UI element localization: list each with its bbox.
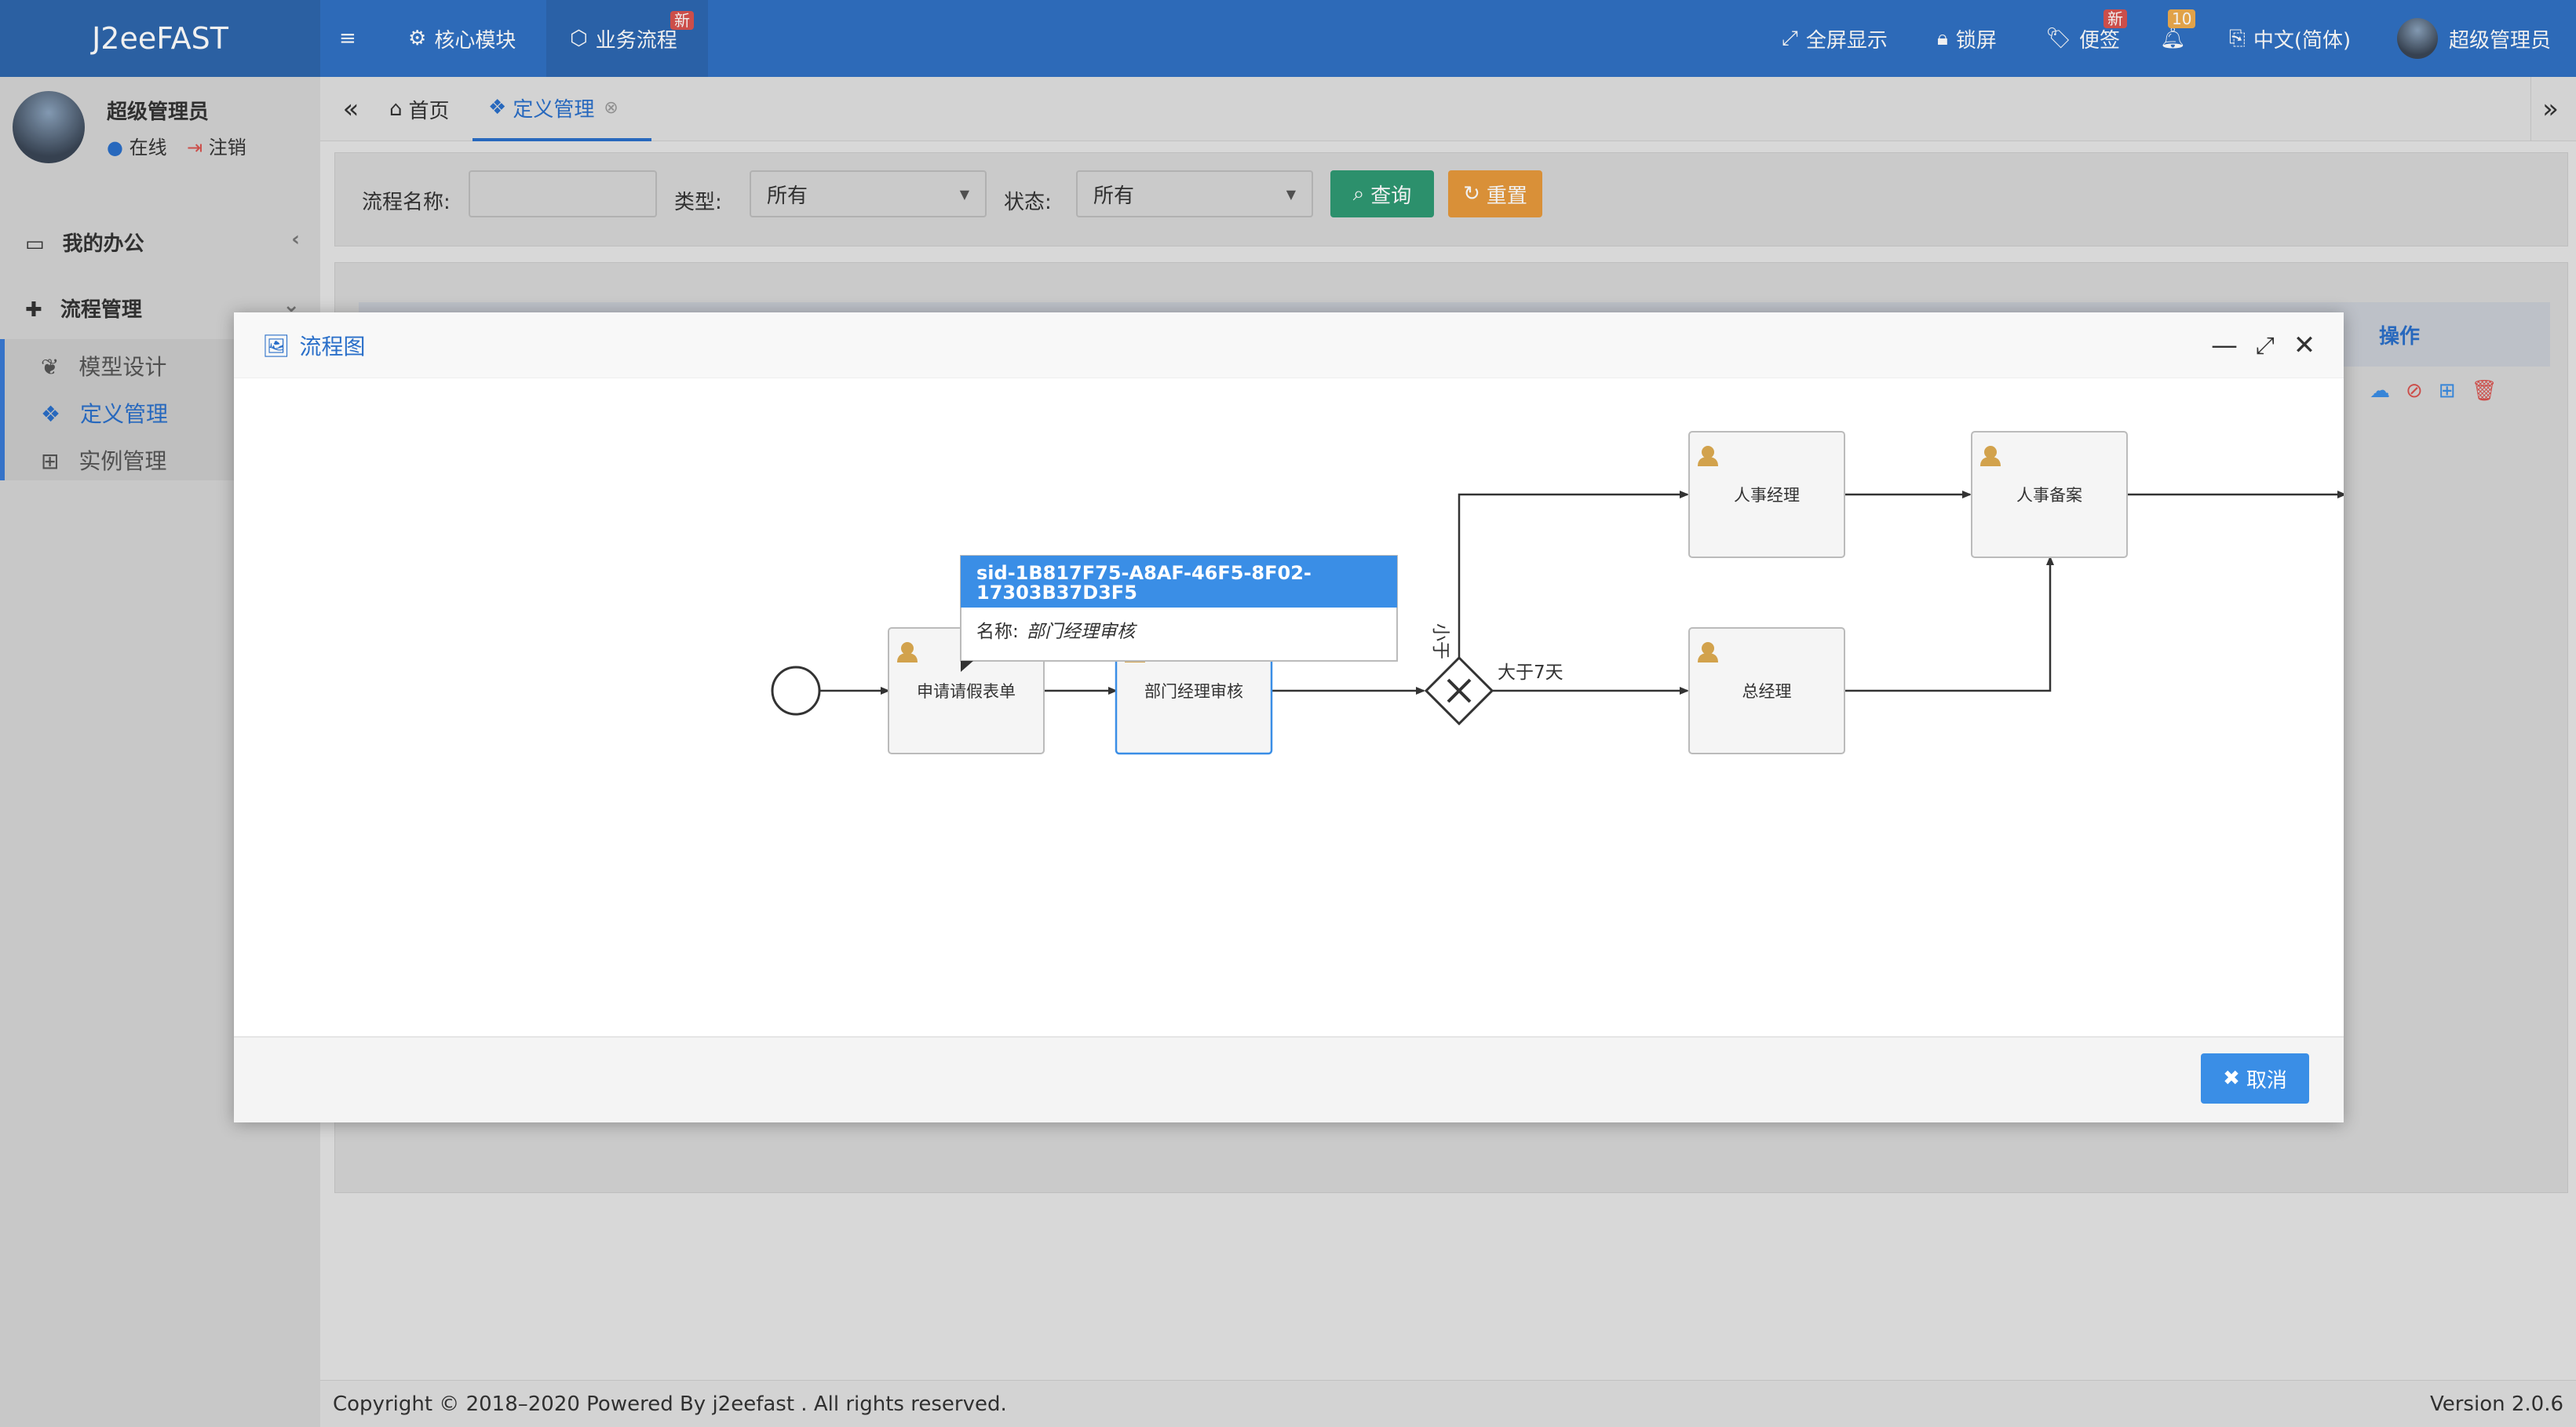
start-event[interactable] xyxy=(771,666,821,716)
task-label: 人事经理 xyxy=(1734,486,1800,505)
cancel-button[interactable]: ✖ 取消 xyxy=(2201,1053,2309,1104)
tooltip-id-line2: 17303B37D3F5 xyxy=(976,582,1137,604)
task-label: 人事备案 xyxy=(2016,486,2082,505)
edge-gateway-hr xyxy=(1458,491,1689,658)
picture-icon: 🖼︎ xyxy=(262,332,290,359)
tooltip-name-value: 部门经理审核 xyxy=(1027,622,1138,642)
modal-footer: ✖ 取消 xyxy=(234,1036,2344,1122)
task-general-manager[interactable]: 总经理 xyxy=(1688,627,1845,754)
tooltip-id-line1: sid-1B817F75-A8AF-46F5-8F02- xyxy=(976,562,1312,584)
task-hr-record[interactable]: 人事备案 xyxy=(1971,431,2128,558)
edge-gm-record xyxy=(1844,556,2054,692)
modal-title: 🖼︎ 流程图 xyxy=(262,312,366,378)
bpmn-diagram: 申请请假表单 部门经理审核 人事经理 人事备案 总经理 大于7天 小于 sid-… xyxy=(771,431,2344,755)
minimize-icon[interactable]: — xyxy=(2207,328,2242,363)
edge-label-lt: 小于 xyxy=(1430,623,1450,659)
task-label: 总经理 xyxy=(1742,682,1792,701)
modal-title-label: 流程图 xyxy=(299,334,366,359)
modal-header: 🖼︎ 流程图 — ⤢ ✕ xyxy=(234,312,2344,378)
task-hr-manager[interactable]: 人事经理 xyxy=(1688,431,1845,558)
cancel-label: 取消 xyxy=(2246,1068,2287,1093)
maximize-icon[interactable]: ⤢ xyxy=(2248,328,2282,363)
close-icon[interactable]: ✕ xyxy=(2287,328,2322,363)
exclusive-gateway[interactable] xyxy=(1424,655,1494,726)
tooltip-name-label: 名称: xyxy=(976,622,1019,642)
node-tooltip: sid-1B817F75-A8AF-46F5-8F02- 17303B37D3F… xyxy=(960,555,1398,672)
task-label: 申请请假表单 xyxy=(917,682,1016,701)
edge-label-gt7: 大于7天 xyxy=(1498,662,1563,683)
close-icon: ✖ xyxy=(2223,1067,2240,1090)
task-label: 部门经理审核 xyxy=(1144,682,1243,701)
flowchart-modal: 🖼︎ 流程图 — ⤢ ✕ 申请请假表单 部门经理审核 人事经理 人事备案 总经理… xyxy=(234,312,2344,1122)
